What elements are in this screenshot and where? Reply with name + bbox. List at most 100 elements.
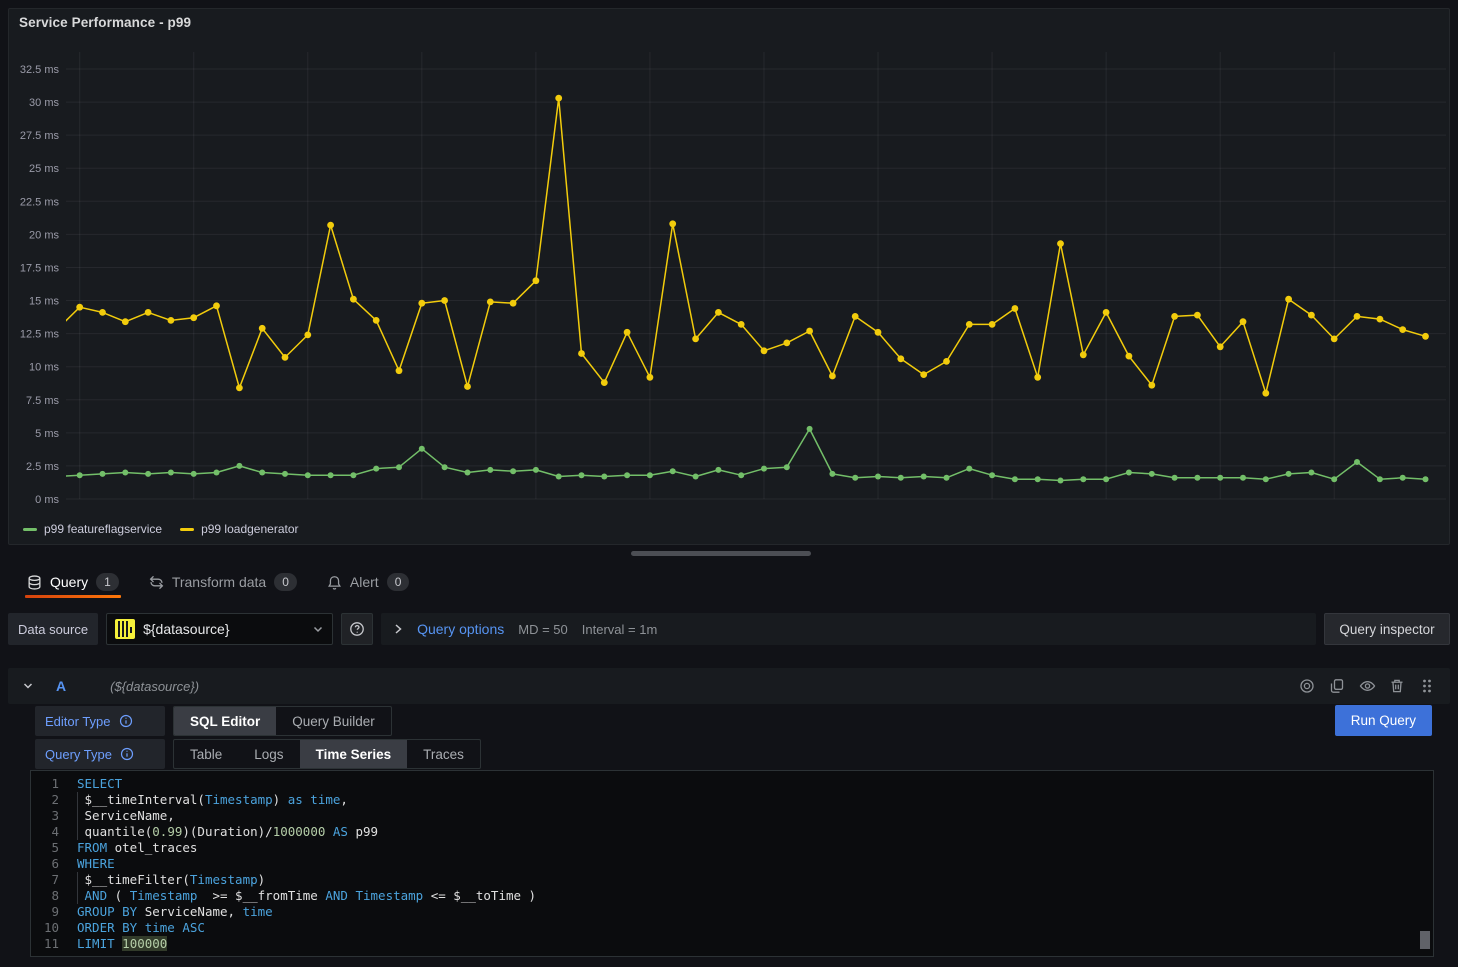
- datasource-label: Data source: [8, 613, 98, 645]
- query-row-actions: [1298, 677, 1436, 695]
- query-type-radio-group: TableLogsTime SeriesTraces: [173, 739, 481, 769]
- code-line[interactable]: 11LIMIT 100000: [31, 936, 1433, 952]
- query-toolbar: Data source ${datasource} Query options …: [8, 613, 1450, 645]
- horizontal-scrollbar-thumb[interactable]: [631, 551, 811, 556]
- query-type-row: Query Type TableLogsTime SeriesTraces: [35, 739, 481, 769]
- legend-series-dash: [23, 528, 37, 531]
- delete-query-trash-icon[interactable]: [1388, 677, 1406, 695]
- code-text: GROUP BY ServiceName, time: [77, 904, 1433, 920]
- query-type-option-logs[interactable]: Logs: [238, 740, 299, 768]
- tab-label: Alert: [350, 574, 379, 590]
- query-inspector-button[interactable]: Query inspector: [1324, 613, 1450, 645]
- code-line[interactable]: 7 $__timeFilter(Timestamp): [31, 872, 1433, 888]
- timeseries-panel: Service Performance - p99 0 ms2.5 ms5 ms…: [8, 8, 1450, 545]
- chart-legend: p99 featureflagservice p99 loadgenerator: [23, 522, 299, 536]
- query-options-interval: Interval = 1m: [582, 622, 658, 637]
- query-type-option-table[interactable]: Table: [174, 740, 238, 768]
- code-line[interactable]: 1SELECT: [31, 776, 1433, 792]
- svg-text:10 ms: 10 ms: [29, 362, 59, 374]
- query-options-md: MD = 50: [518, 622, 568, 637]
- transform-icon: [149, 575, 164, 590]
- database-icon: [27, 575, 42, 590]
- tab-alert[interactable]: Alert 0: [325, 566, 411, 598]
- svg-text:20 ms: 20 ms: [29, 229, 59, 241]
- line-number: 2: [31, 792, 77, 808]
- run-query-button[interactable]: Run Query: [1335, 705, 1432, 736]
- line-number: 1: [31, 776, 77, 792]
- duplicate-query-icon[interactable]: [1328, 677, 1346, 695]
- drag-handle-icon[interactable]: [1418, 677, 1436, 695]
- svg-text:15 ms: 15 ms: [29, 296, 59, 308]
- question-circle-icon: [349, 621, 365, 637]
- tab-label: Transform data: [172, 574, 266, 590]
- editor-type-row: Editor Type SQL EditorQuery Builder: [35, 706, 392, 736]
- horizontal-scrollbar: [0, 549, 1458, 557]
- legend-series-dash: [180, 528, 194, 531]
- legend-series-label: p99 featureflagservice: [44, 522, 162, 536]
- svg-text:22.5 ms: 22.5 ms: [20, 196, 60, 208]
- code-line[interactable]: 8 AND ( Timestamp >= $__fromTime AND Tim…: [31, 888, 1433, 904]
- line-number: 8: [31, 888, 77, 904]
- disable-query-icon[interactable]: [1298, 677, 1316, 695]
- line-number: 6: [31, 856, 77, 872]
- tab-label: Query: [50, 574, 88, 590]
- code-text: AND ( Timestamp >= $__fromTime AND Times…: [77, 888, 1433, 904]
- svg-text:2.5 ms: 2.5 ms: [26, 461, 60, 473]
- legend-series-label: p99 loadgenerator: [201, 522, 298, 536]
- svg-text:27.5 ms: 27.5 ms: [20, 130, 60, 142]
- code-line[interactable]: 4 quantile(0.99)(Duration)/1000000 AS p9…: [31, 824, 1433, 840]
- svg-text:32.5 ms: 32.5 ms: [20, 64, 60, 76]
- query-row-header[interactable]: A (${datasource}): [8, 668, 1450, 704]
- collapse-chevron-icon[interactable]: [22, 680, 34, 692]
- svg-text:5 ms: 5 ms: [35, 428, 59, 440]
- code-line[interactable]: 10ORDER BY time ASC: [31, 920, 1433, 936]
- tab-transform-data[interactable]: Transform data 0: [147, 566, 299, 598]
- editor-type-label: Editor Type: [35, 706, 165, 736]
- query-ref-id: A: [56, 678, 66, 694]
- chevron-down-icon: [312, 623, 324, 635]
- code-line[interactable]: 5FROM otel_traces: [31, 840, 1433, 856]
- timeseries-chart[interactable]: 0 ms 2.5 ms 5 ms 7.5 ms 10 ms 12.5 ms 15 ms 17.…: [9, 9, 1451, 509]
- tab-query[interactable]: Query 1: [25, 566, 121, 598]
- tab-count-badge: 0: [274, 573, 297, 591]
- datasource-value: ${datasource}: [143, 621, 304, 637]
- editor-type-option-query-builder[interactable]: Query Builder: [276, 707, 391, 735]
- chevron-right-icon[interactable]: [393, 623, 403, 635]
- sql-code-editor[interactable]: 1SELECT2 $__timeInterval(Timestamp) as t…: [30, 770, 1434, 957]
- query-datasource-hint: (${datasource}): [110, 679, 199, 694]
- hide-query-eye-icon[interactable]: [1358, 677, 1376, 695]
- svg-text:7.5 ms: 7.5 ms: [26, 395, 60, 407]
- svg-text:25 ms: 25 ms: [29, 163, 59, 175]
- tab-count-badge: 0: [387, 573, 410, 591]
- line-number: 5: [31, 840, 77, 856]
- query-options-link[interactable]: Query options: [417, 621, 504, 637]
- editor-type-label-text: Editor Type: [45, 714, 111, 729]
- svg-text:17.5 ms: 17.5 ms: [20, 262, 60, 274]
- datasource-help-button[interactable]: [341, 613, 373, 645]
- line-number: 4: [31, 824, 77, 840]
- code-text: WHERE: [77, 856, 1433, 872]
- code-text: ORDER BY time ASC: [77, 920, 1433, 936]
- query-type-option-traces[interactable]: Traces: [407, 740, 480, 768]
- code-line[interactable]: 3 ServiceName,: [31, 808, 1433, 824]
- line-number: 9: [31, 904, 77, 920]
- svg-text:0 ms: 0 ms: [35, 494, 59, 506]
- tab-count-badge: 1: [96, 573, 119, 591]
- legend-item[interactable]: p99 loadgenerator: [180, 522, 298, 536]
- code-line[interactable]: 2 $__timeInterval(Timestamp) as time,: [31, 792, 1433, 808]
- editor-scrollbar-thumb[interactable]: [1420, 931, 1430, 949]
- query-type-option-time-series[interactable]: Time Series: [300, 740, 408, 768]
- info-circle-icon: [119, 714, 133, 728]
- code-line[interactable]: 6WHERE: [31, 856, 1433, 872]
- datasource-picker[interactable]: ${datasource}: [106, 613, 333, 645]
- editor-type-option-sql-editor[interactable]: SQL Editor: [174, 707, 276, 735]
- code-text: quantile(0.99)(Duration)/1000000 AS p99: [77, 824, 1433, 840]
- code-text: ServiceName,: [77, 808, 1433, 824]
- query-type-label-text: Query Type: [45, 747, 112, 762]
- line-number: 7: [31, 872, 77, 888]
- editor-type-radio-group: SQL EditorQuery Builder: [173, 706, 392, 736]
- svg-text:12.5 ms: 12.5 ms: [20, 329, 60, 341]
- code-line[interactable]: 9GROUP BY ServiceName, time: [31, 904, 1433, 920]
- clickhouse-datasource-icon: [115, 619, 135, 639]
- legend-item[interactable]: p99 featureflagservice: [23, 522, 162, 536]
